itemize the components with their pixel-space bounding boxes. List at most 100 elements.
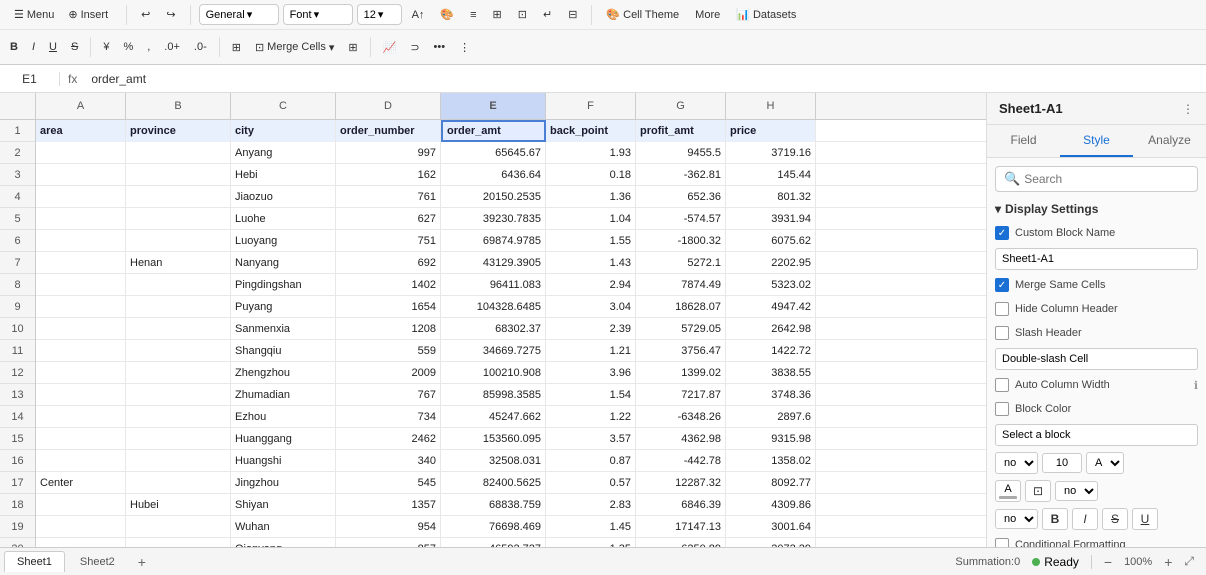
table-cell[interactable]: 2.83 bbox=[546, 494, 636, 516]
table-cell[interactable]: 20150.2535 bbox=[441, 186, 546, 208]
table-cell[interactable] bbox=[36, 142, 126, 164]
table-cell[interactable]: 997 bbox=[336, 142, 441, 164]
table-cell[interactable]: 4362.98 bbox=[636, 428, 726, 450]
row-number[interactable]: 17 bbox=[0, 472, 35, 494]
table-cell[interactable]: 32508.031 bbox=[441, 450, 546, 472]
table-cell[interactable]: 4947.42 bbox=[726, 296, 816, 318]
insert-row-button[interactable]: ⊞ bbox=[487, 5, 508, 24]
more-button[interactable]: More bbox=[689, 6, 726, 24]
table-cell[interactable]: 1.43 bbox=[546, 252, 636, 274]
format-dropdown[interactable]: General ▾ bbox=[199, 4, 279, 25]
table-cell[interactable] bbox=[126, 318, 231, 340]
align-button[interactable]: ≡ bbox=[464, 6, 482, 24]
row-number[interactable]: 10 bbox=[0, 318, 35, 340]
table-cell[interactable]: 1.36 bbox=[546, 186, 636, 208]
strikethrough-icon-button[interactable]: S bbox=[1102, 508, 1128, 530]
zoom-plus-button[interactable]: + bbox=[1164, 554, 1172, 570]
table-row[interactable]: Jiaozuo76120150.25351.36652.36801.32 bbox=[36, 186, 986, 208]
block-color-checkbox[interactable] bbox=[995, 402, 1009, 416]
table-cell[interactable]: 340 bbox=[336, 450, 441, 472]
underline-button[interactable]: U bbox=[43, 38, 63, 56]
table-cell[interactable]: Puyang bbox=[231, 296, 336, 318]
table-cell[interactable] bbox=[36, 494, 126, 516]
search-bar[interactable]: 🔍 bbox=[995, 166, 1198, 192]
custom-block-name-input[interactable] bbox=[995, 248, 1198, 270]
zoom-minus-button[interactable]: − bbox=[1104, 554, 1112, 570]
table-cell[interactable]: Pingdingshan bbox=[231, 274, 336, 296]
table-cell[interactable]: 2897.6 bbox=[726, 406, 816, 428]
border-style-button[interactable]: ⊡ bbox=[1025, 480, 1051, 502]
table-cell[interactable]: 9455.5 bbox=[636, 142, 726, 164]
row-number[interactable]: 1 bbox=[0, 120, 35, 142]
table-row[interactable]: Wuhan95476698.4691.4517147.133001.64 bbox=[36, 516, 986, 538]
fill-color-button[interactable]: 🎨 bbox=[434, 5, 460, 24]
table-cell[interactable]: 76698.469 bbox=[441, 516, 546, 538]
col-header-g[interactable]: G bbox=[636, 93, 726, 119]
table-cell[interactable] bbox=[36, 296, 126, 318]
tab-field[interactable]: Field bbox=[987, 125, 1060, 157]
decimal-decrease-button[interactable]: .0- bbox=[188, 38, 213, 56]
table-cell[interactable]: 559 bbox=[336, 340, 441, 362]
table-row[interactable]: Luohe62739230.78351.04-574.573931.94 bbox=[36, 208, 986, 230]
table-cell[interactable] bbox=[126, 472, 231, 494]
table-cell[interactable]: 17147.13 bbox=[636, 516, 726, 538]
col-header-d[interactable]: D bbox=[336, 93, 441, 119]
table-cell[interactable] bbox=[36, 230, 126, 252]
table-cell[interactable]: 7217.87 bbox=[636, 384, 726, 406]
row-number[interactable]: 19 bbox=[0, 516, 35, 538]
insert-table-button[interactable]: ⊞ bbox=[226, 38, 247, 57]
datasets-button[interactable]: 📊 Datasets bbox=[730, 5, 802, 24]
row-number[interactable]: 3 bbox=[0, 164, 35, 186]
font-size-input[interactable] bbox=[1042, 453, 1082, 473]
table-cell[interactable] bbox=[126, 384, 231, 406]
table-cell[interactable]: Huangshi bbox=[231, 450, 336, 472]
comma-button[interactable]: , bbox=[141, 38, 156, 56]
table-cell[interactable] bbox=[36, 406, 126, 428]
table-cell[interactable]: Henan bbox=[126, 252, 231, 274]
table-cell[interactable]: Center bbox=[36, 472, 126, 494]
cell-theme-button[interactable]: 🎨 Cell Theme bbox=[600, 5, 685, 24]
table-cell[interactable]: 2009 bbox=[336, 362, 441, 384]
section-header-display[interactable]: ▾ Display Settings bbox=[995, 202, 1198, 216]
row-number[interactable]: 15 bbox=[0, 428, 35, 450]
table-cell[interactable]: profit_amt bbox=[636, 120, 726, 142]
table-cell[interactable]: 0.18 bbox=[546, 164, 636, 186]
table-cell[interactable]: 68838.759 bbox=[441, 494, 546, 516]
table-cell[interactable]: 5323.02 bbox=[726, 274, 816, 296]
table-cell[interactable]: 65645.67 bbox=[441, 142, 546, 164]
table-cell[interactable]: 3756.47 bbox=[636, 340, 726, 362]
table-cell[interactable]: 1.54 bbox=[546, 384, 636, 406]
table-cell[interactable]: 5272.1 bbox=[636, 252, 726, 274]
table-row[interactable]: Huangshi34032508.0310.87-442.781358.02 bbox=[36, 450, 986, 472]
table-row[interactable]: Huanggang2462153560.0953.574362.989315.9… bbox=[36, 428, 986, 450]
table-row[interactable]: Pingdingshan140296411.0832.947874.495323… bbox=[36, 274, 986, 296]
table-cell[interactable]: -574.57 bbox=[636, 208, 726, 230]
table-cell[interactable]: Luoyang bbox=[231, 230, 336, 252]
table-cell[interactable]: Ezhou bbox=[231, 406, 336, 428]
table-cell[interactable] bbox=[126, 538, 231, 547]
border-select[interactable]: no bbox=[1055, 481, 1098, 501]
table-cell[interactable] bbox=[126, 186, 231, 208]
slash-header-checkbox[interactable] bbox=[995, 326, 1009, 340]
table-cell[interactable]: Sanmenxia bbox=[231, 318, 336, 340]
table-cell[interactable]: 1208 bbox=[336, 318, 441, 340]
col-header-h[interactable]: H bbox=[726, 93, 816, 119]
table-cell[interactable]: 68302.37 bbox=[441, 318, 546, 340]
merge-cells-button[interactable]: ⊡ Merge Cells ▾ bbox=[249, 38, 340, 57]
underline-icon-button[interactable]: U bbox=[1132, 508, 1158, 530]
table-cell[interactable]: 6075.62 bbox=[726, 230, 816, 252]
strikethrough-button[interactable]: S bbox=[65, 38, 84, 56]
row-number[interactable]: 13 bbox=[0, 384, 35, 406]
wrap-button[interactable]: ↵ bbox=[537, 5, 558, 24]
table-cell[interactable]: city bbox=[231, 120, 336, 142]
table-cell[interactable] bbox=[126, 164, 231, 186]
hide-column-header-checkbox[interactable] bbox=[995, 302, 1009, 316]
table-cell[interactable]: price bbox=[726, 120, 816, 142]
sheet-tab-2[interactable]: Sheet2 bbox=[67, 551, 128, 572]
table-row[interactable]: Zhengzhou2009100210.9083.961399.023838.5… bbox=[36, 362, 986, 384]
table-cell[interactable]: 627 bbox=[336, 208, 441, 230]
table-cell[interactable]: 1422.72 bbox=[726, 340, 816, 362]
table-cell[interactable]: 751 bbox=[336, 230, 441, 252]
decimal-increase-button[interactable]: .0+ bbox=[158, 38, 186, 56]
table-cell[interactable]: area bbox=[36, 120, 126, 142]
